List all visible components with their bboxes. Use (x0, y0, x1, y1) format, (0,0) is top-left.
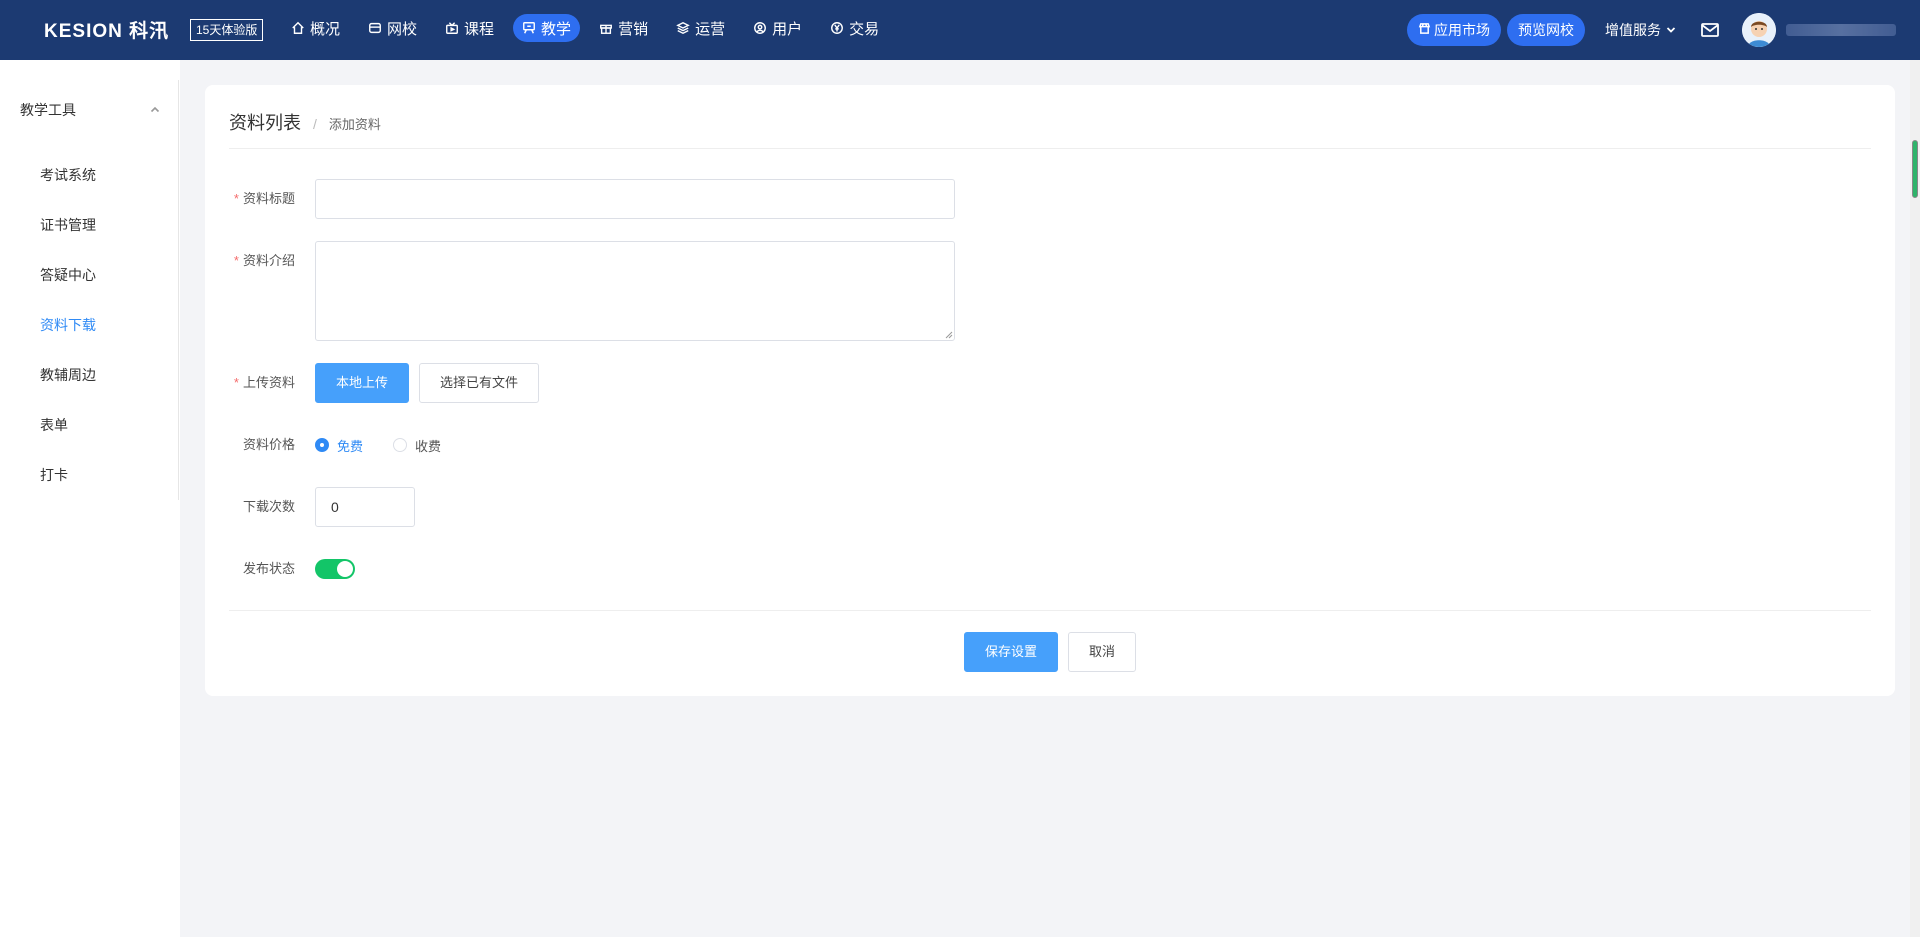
value-added-dropdown[interactable]: 增值服务 (1605, 20, 1676, 40)
price-label: 资料价格 (242, 437, 295, 452)
form-row-intro: * 资料介绍 (229, 241, 955, 341)
nav-item-marketing[interactable]: 营销 (590, 14, 657, 42)
header-divider (229, 148, 1871, 149)
nav-item-operations[interactable]: 运营 (667, 14, 734, 42)
sidebar-item-exam-system[interactable]: 考试系统 (40, 165, 96, 215)
nav-item-overview[interactable]: 概况 (282, 14, 349, 42)
upload-label: * 上传资料 (233, 375, 295, 390)
downloads-label: 下载次数 (242, 499, 295, 514)
scrollbar-thumb[interactable] (1912, 140, 1918, 198)
shop-icon (1418, 14, 1431, 46)
trial-badge: 15天体验版 (190, 19, 264, 41)
form-row-title: * 资料标题 (229, 179, 955, 219)
sidebar-group-teaching-tools[interactable]: 教学工具 (20, 100, 160, 120)
downloads-input[interactable]: 0 (315, 487, 415, 527)
nav-item-label: 用户 (772, 20, 803, 38)
nav-item-label: 课程 (464, 20, 495, 38)
nav-item-label: 网校 (387, 20, 418, 38)
app-market-label: 应用市场 (1434, 22, 1490, 38)
title-label: * 资料标题 (233, 191, 295, 206)
nav-item-label: 营销 (618, 20, 649, 38)
price-radio-group: 免费 收费 (315, 425, 471, 465)
nav-item-users[interactable]: 用户 (744, 14, 811, 42)
breadcrumb: 资料列表 / 添加资料 (229, 109, 381, 135)
save-button[interactable]: 保存设置 (963, 632, 1058, 672)
header-tools: 应用市场 预览网校 增值服务 (1401, 0, 1920, 60)
form-row-publish: 发布状态 (229, 549, 355, 589)
avatar[interactable] (1742, 13, 1776, 47)
price-radio-paid[interactable]: 收费 (393, 436, 441, 455)
yen-icon (830, 21, 844, 35)
main-card: 资料列表 / 添加资料 * 资料标题 * 资料介绍 * 上传资料 本地上传 选择已有文… (205, 85, 1895, 696)
nav-item-course[interactable]: 课程 (436, 14, 503, 42)
sidebar-item-qa-center[interactable]: 答疑中心 (40, 265, 96, 315)
radio-label: 收费 (415, 438, 442, 454)
user-icon (753, 21, 767, 35)
footer-divider (229, 610, 1871, 611)
sidebar-item-forms[interactable]: 表单 (40, 415, 96, 465)
nav-item-transactions[interactable]: 交易 (821, 14, 888, 42)
app-market-button[interactable]: 应用市场 (1407, 14, 1501, 46)
main-nav: 概况 网校 课程 教学 营销 运营 用户 交易 (282, 14, 898, 42)
gift-icon (599, 21, 613, 35)
intro-textarea[interactable] (315, 241, 955, 341)
upload-label-text: 上传资料 (242, 375, 295, 390)
radio-dot (393, 438, 408, 452)
radio-dot (315, 438, 329, 452)
publish-label: 发布状态 (242, 561, 295, 576)
sidebar-item-certificates[interactable]: 证书管理 (40, 215, 96, 265)
layers-icon (676, 21, 690, 35)
school-icon (368, 21, 382, 35)
form-row-downloads: 下载次数 0 (229, 487, 415, 527)
preview-school-button[interactable]: 预览网校 (1507, 14, 1585, 46)
form-actions: 保存设置 取消 (205, 632, 1895, 672)
page-scrollbar[interactable] (1910, 60, 1920, 937)
title-label-text: 资料标题 (242, 191, 295, 206)
local-upload-button[interactable]: 本地上传 (315, 363, 410, 403)
nav-item-school[interactable]: 网校 (359, 14, 426, 42)
radio-label: 免费 (337, 438, 364, 454)
nav-item-label: 概况 (310, 20, 341, 38)
title-input[interactable] (315, 179, 955, 219)
top-navbar: KESION 科汛 15天体验版 概况 网校 课程 教学 营销 运营 用户 交易… (0, 0, 1920, 60)
nav-item-label: 教学 (541, 20, 572, 38)
nav-item-teaching[interactable]: 教学 (513, 14, 581, 42)
chevron-up-icon (150, 102, 160, 118)
home-icon (291, 21, 305, 35)
video-icon (445, 21, 459, 35)
mail-icon[interactable] (1700, 20, 1720, 40)
brand-logo[interactable]: KESION 科汛 (44, 16, 169, 43)
intro-label: * 资料介绍 (233, 253, 295, 268)
toggle-knob (337, 561, 353, 577)
select-existing-file-button[interactable]: 选择已有文件 (419, 363, 540, 403)
avatar-icon (1742, 13, 1776, 47)
resize-handle-icon[interactable] (945, 331, 953, 339)
nav-item-label: 运营 (695, 20, 726, 38)
sidebar: 教学工具 考试系统 证书管理 答疑中心 资料下载 教辅周边 表单 打卡 (0, 60, 180, 937)
price-radio-free[interactable]: 免费 (315, 436, 363, 455)
nav-item-label: 交易 (849, 20, 880, 38)
breadcrumb-separator: / (313, 116, 317, 132)
intro-label-text: 资料介绍 (242, 253, 295, 268)
value-added-label: 增值服务 (1605, 22, 1661, 38)
sidebar-divider (178, 80, 179, 500)
sidebar-item-downloads[interactable]: 资料下载 (40, 315, 96, 365)
chevron-down-icon (1666, 22, 1676, 38)
breadcrumb-list-link[interactable]: 资料列表 (229, 109, 301, 135)
username-redacted (1786, 24, 1896, 36)
sidebar-item-checkin[interactable]: 打卡 (40, 465, 96, 515)
sidebar-item-teaching-aids[interactable]: 教辅周边 (40, 365, 96, 415)
sidebar-items: 考试系统 证书管理 答疑中心 资料下载 教辅周边 表单 打卡 (40, 165, 96, 515)
form-row-upload: * 上传资料 本地上传 选择已有文件 (229, 363, 549, 403)
sidebar-group-title: 教学工具 (20, 102, 76, 118)
form-row-price: 资料价格 免费 收费 (229, 425, 471, 465)
teaching-icon (522, 21, 536, 35)
cancel-button[interactable]: 取消 (1068, 632, 1137, 672)
breadcrumb-current: 添加资料 (328, 117, 381, 132)
publish-toggle[interactable] (315, 559, 355, 579)
